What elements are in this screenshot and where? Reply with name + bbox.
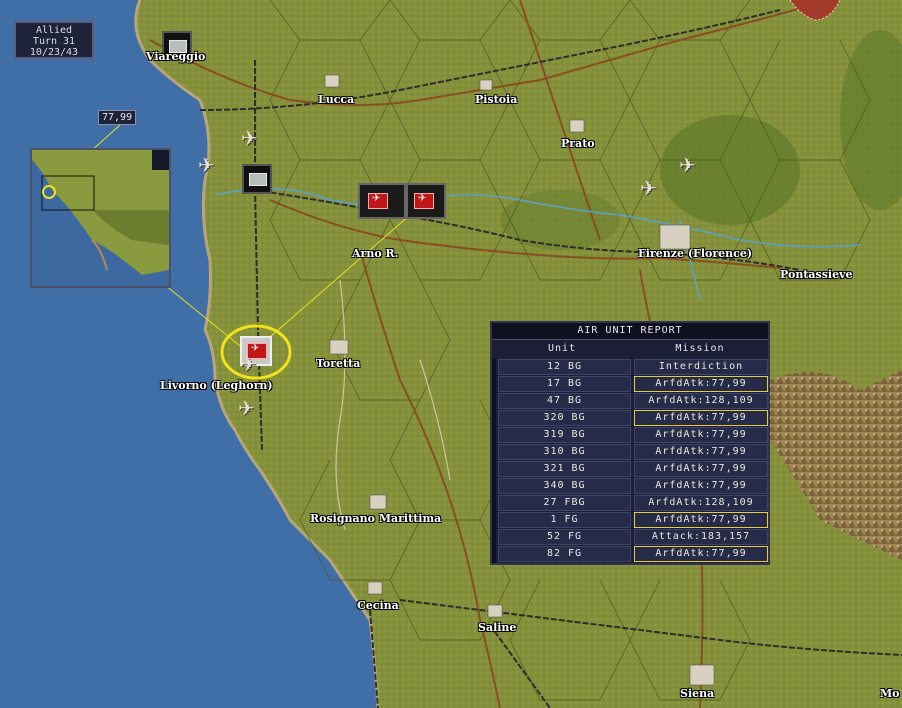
airfield-icon[interactable]: ✈ — [241, 128, 258, 148]
hex-coordinate-label: 77,99 — [98, 110, 137, 125]
mission-cell[interactable]: Attack:183,157 — [634, 529, 768, 545]
town-label-viareggio[interactable]: Viareggio — [146, 50, 205, 63]
minimap[interactable] — [30, 148, 171, 288]
ground-unit-lucca-rail[interactable] — [242, 164, 272, 194]
table-row[interactable]: 52 FG Attack:183,157 — [498, 529, 768, 546]
town-label-toretta[interactable]: Toretta — [316, 357, 360, 370]
mission-cell[interactable]: ArfdAtk:77,99 — [634, 376, 768, 392]
table-row[interactable]: 321 BG ArfdAtk:77,99 — [498, 461, 768, 478]
report-scrollbar[interactable] — [492, 359, 496, 563]
table-row[interactable]: 82 FG ArfdAtk:77,99 — [498, 546, 768, 563]
column-header-mission: Mission — [675, 343, 725, 354]
unit-cell[interactable]: 321 BG — [498, 461, 631, 477]
mission-cell[interactable]: ArfdAtk:77,99 — [634, 461, 768, 477]
report-rows: 12 BG Interdiction 17 BG ArfdAtk:77,99 47 … — [498, 359, 768, 563]
town-label-pistoia[interactable]: Pistoia — [475, 93, 517, 106]
town-label-cecina[interactable]: Cecina — [357, 599, 399, 612]
side-label: Allied — [35, 25, 73, 36]
table-row[interactable]: 47 BG ArfdAtk:128,109 — [498, 393, 768, 410]
town-label-firenze[interactable]: Firenze (Florence) — [638, 247, 752, 260]
town-label-mo[interactable]: Mo — [880, 687, 900, 700]
mission-cell[interactable]: ArfdAtk:77,99 — [634, 410, 768, 426]
unit-cell[interactable]: 340 BG — [498, 478, 631, 494]
table-row[interactable]: 310 BG ArfdAtk:77,99 — [498, 444, 768, 461]
mission-cell[interactable]: ArfdAtk:77,99 — [634, 546, 768, 562]
town-label-arno[interactable]: Arno R. — [352, 247, 398, 260]
unit-cell[interactable]: 17 BG — [498, 376, 631, 392]
airfield-icon[interactable]: ✈ — [679, 155, 696, 175]
unit-cell[interactable]: 1 FG — [498, 512, 631, 528]
column-header-unit: Unit — [547, 343, 577, 354]
airfield-icon[interactable]: ✈ — [198, 155, 215, 175]
town-label-rosignano[interactable]: Rosignano Marittima — [310, 512, 441, 525]
minimap-image[interactable] — [32, 150, 169, 286]
air-unit-icon — [368, 193, 388, 209]
mission-cell[interactable]: ArfdAtk:77,99 — [634, 427, 768, 443]
table-row[interactable]: 17 BG ArfdAtk:77,99 — [498, 376, 768, 393]
report-header-row: Unit Mission — [492, 340, 768, 358]
turn-label: Turn 31 — [32, 36, 76, 47]
unit-cell[interactable]: 82 FG — [498, 546, 631, 562]
town-label-lucca[interactable]: Lucca — [318, 93, 354, 106]
table-row[interactable]: 12 BG Interdiction — [498, 359, 768, 376]
unit-cell[interactable]: 47 BG — [498, 393, 631, 409]
airfield-icon[interactable]: ✈ — [240, 354, 257, 374]
mission-cell[interactable]: ArfdAtk:77,99 — [634, 512, 768, 528]
mission-cell[interactable]: ArfdAtk:128,109 — [634, 495, 768, 511]
air-unit-icon — [414, 193, 434, 209]
town-label-siena[interactable]: Siena — [680, 687, 714, 700]
date-label: 10/23/43 — [29, 47, 79, 58]
town-label-prato[interactable]: Prato — [561, 137, 595, 150]
air-unit-report-panel: AIR UNIT REPORT Unit Mission 12 BG Interd… — [490, 321, 770, 565]
table-row[interactable]: 319 BG ArfdAtk:77,99 — [498, 427, 768, 444]
mission-cell[interactable]: ArfdAtk:77,99 — [634, 478, 768, 494]
unit-cell[interactable]: 320 BG — [498, 410, 631, 426]
table-row[interactable]: 27 FBG ArfdAtk:128,109 — [498, 495, 768, 512]
air-unit-stack-1[interactable] — [358, 183, 406, 219]
unit-cell[interactable]: 27 FBG — [498, 495, 631, 511]
table-row[interactable]: 320 BG ArfdAtk:77,99 — [498, 410, 768, 427]
unit-cell[interactable]: 319 BG — [498, 427, 631, 443]
table-row[interactable]: 1 FG ArfdAtk:77,99 — [498, 512, 768, 529]
unit-cell[interactable]: 12 BG — [498, 359, 631, 375]
mission-cell[interactable]: Interdiction — [634, 359, 768, 375]
report-title: AIR UNIT REPORT — [492, 323, 768, 340]
unit-icon — [249, 173, 267, 186]
unit-cell[interactable]: 310 BG — [498, 444, 631, 460]
unit-cell[interactable]: 52 FG — [498, 529, 631, 545]
air-unit-stack-2[interactable] — [406, 183, 446, 219]
town-label-saline[interactable]: Saline — [478, 621, 516, 634]
town-label-livorno[interactable]: Livorno (Leghorn) — [160, 379, 273, 392]
mission-cell[interactable]: ArfdAtk:128,109 — [634, 393, 768, 409]
airfield-icon[interactable]: ✈ — [640, 178, 657, 198]
airfield-icon[interactable]: ✈ — [238, 398, 255, 418]
mission-cell[interactable]: ArfdAtk:77,99 — [634, 444, 768, 460]
turn-status-panel: Allied Turn 31 10/23/43 — [14, 21, 94, 59]
town-label-pontassieve[interactable]: Pontassieve — [780, 268, 852, 281]
table-row[interactable]: 340 BG ArfdAtk:77,99 — [498, 478, 768, 495]
